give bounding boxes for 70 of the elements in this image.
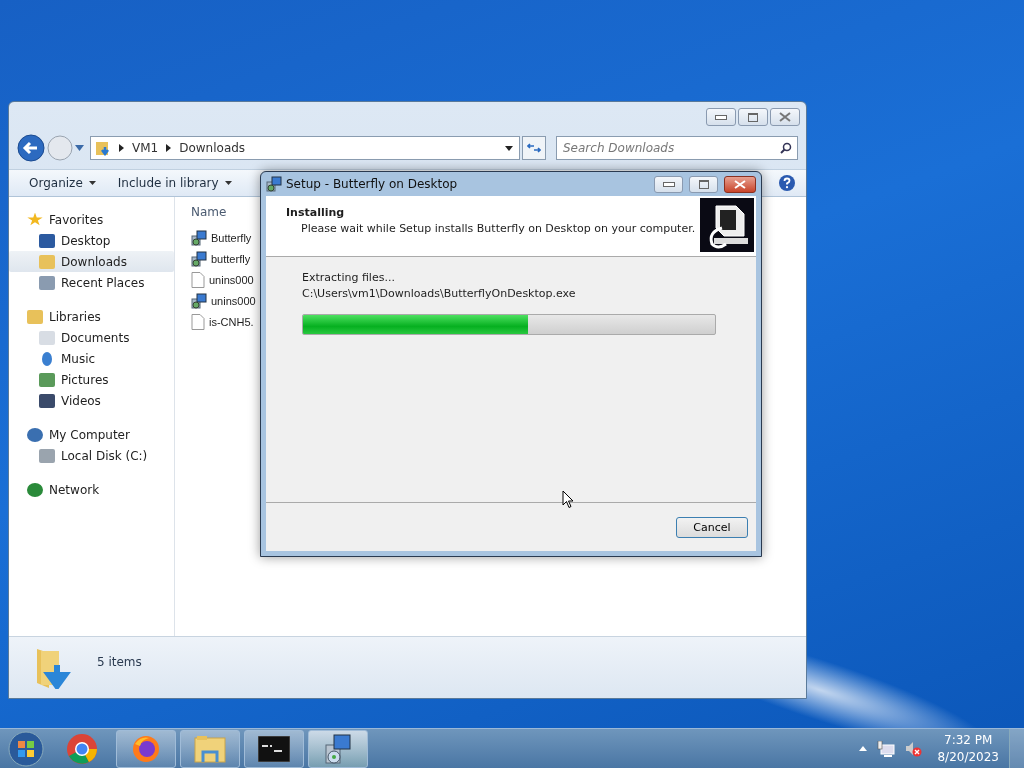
navigation-item[interactable]: Libraries — [9, 306, 174, 327]
clock-time: 7:32 PM — [944, 731, 993, 749]
search-field[interactable]: Search Downloads — [556, 136, 798, 160]
close-icon — [779, 112, 791, 122]
toolbar-menu-button[interactable]: Organize — [25, 174, 100, 192]
folder-icon — [193, 733, 227, 764]
cancel-button[interactable]: Cancel — [676, 516, 748, 538]
breadcrumb-arrow-icon[interactable] — [166, 144, 172, 152]
navigation-item[interactable]: Recent Places — [9, 272, 174, 293]
file-name[interactable]: unins000 — [209, 273, 254, 286]
toolbar-menu-button[interactable]: Include in library — [113, 174, 236, 192]
help-icon[interactable] — [778, 174, 796, 192]
search-icon — [780, 142, 792, 154]
page-heading: Installing — [286, 206, 346, 219]
address-bar[interactable]: VM1 Downloads — [90, 136, 520, 160]
folder-icon — [39, 254, 55, 269]
refresh-icon — [527, 142, 541, 154]
installer-icon — [191, 229, 207, 246]
file-name[interactable]: Butterfly — [211, 231, 252, 244]
close-button[interactable] — [724, 175, 756, 193]
status-text: Extracting files... — [302, 271, 396, 284]
close-icon — [734, 179, 746, 189]
installer-icon — [191, 292, 207, 309]
navigation-item[interactable]: Favorites — [9, 209, 174, 230]
page-description: Please wait while Setup installs Butterfly on Desktop on your computer. — [300, 222, 697, 235]
navigation-item[interactable]: My Computer — [9, 424, 174, 445]
speaker-muted-icon[interactable] — [905, 740, 924, 757]
refresh-button[interactable] — [522, 136, 546, 160]
maximize-button[interactable] — [738, 108, 768, 126]
installer-icon — [322, 732, 354, 765]
terminal-icon — [258, 735, 290, 762]
navigation-item[interactable]: Music — [9, 348, 174, 369]
dropdown-caret-icon[interactable] — [505, 145, 513, 151]
navigation-item[interactable]: Videos — [9, 390, 174, 411]
file-path: C:\Users\vm1\Downloads\ButterflyOnDesktop.exe — [302, 287, 577, 300]
mouse-pointer-icon — [562, 490, 574, 509]
navigation-item[interactable]: Documents — [9, 327, 174, 348]
browser-icon — [66, 732, 98, 765]
minimize-button[interactable] — [706, 108, 736, 126]
minimize-button[interactable] — [654, 175, 683, 193]
downloads-folder-icon — [95, 140, 111, 156]
terminal-taskbar-button[interactable] — [244, 729, 304, 768]
breadcrumb-item[interactable]: Downloads — [179, 141, 246, 155]
installer-taskbar-button[interactable] — [308, 729, 368, 768]
file-name[interactable]: unins000 — [211, 294, 256, 307]
item-count: 5 items — [97, 655, 142, 669]
dialog-title: Setup - Butterfly on Desktop — [286, 177, 458, 191]
clock[interactable]: 7:32 PM 8/20/2023 — [937, 731, 999, 766]
maximize-button[interactable] — [689, 175, 718, 193]
navigation-item[interactable]: Pictures — [9, 369, 174, 390]
breadcrumb-item[interactable]: VM1 — [132, 141, 159, 155]
network-icon[interactable] — [877, 740, 896, 757]
navigation-item[interactable]: Desktop — [9, 230, 174, 251]
firefox-taskbar-button[interactable] — [116, 729, 176, 768]
navigation-item[interactable]: Network — [9, 479, 174, 500]
installer-icon — [191, 250, 207, 267]
caret-icon — [224, 181, 232, 185]
fox-browser-icon — [131, 733, 161, 764]
caret-icon — [88, 181, 96, 185]
start-button-icon[interactable] — [8, 730, 44, 767]
clock-date: 8/20/2023 — [937, 748, 999, 766]
folder-icon — [27, 309, 43, 324]
file-name[interactable]: is-CNH5. — [209, 315, 254, 328]
file-name[interactable]: butterfly — [211, 252, 251, 265]
navigation-item[interactable]: Downloads — [9, 251, 174, 272]
close-button[interactable] — [770, 108, 800, 126]
navigation-item[interactable]: Local Disk (C:) — [9, 445, 174, 466]
installer-icon — [266, 176, 282, 192]
breadcrumb-arrow-icon[interactable] — [119, 144, 124, 152]
show-hidden-icons-icon[interactable] — [859, 746, 868, 751]
